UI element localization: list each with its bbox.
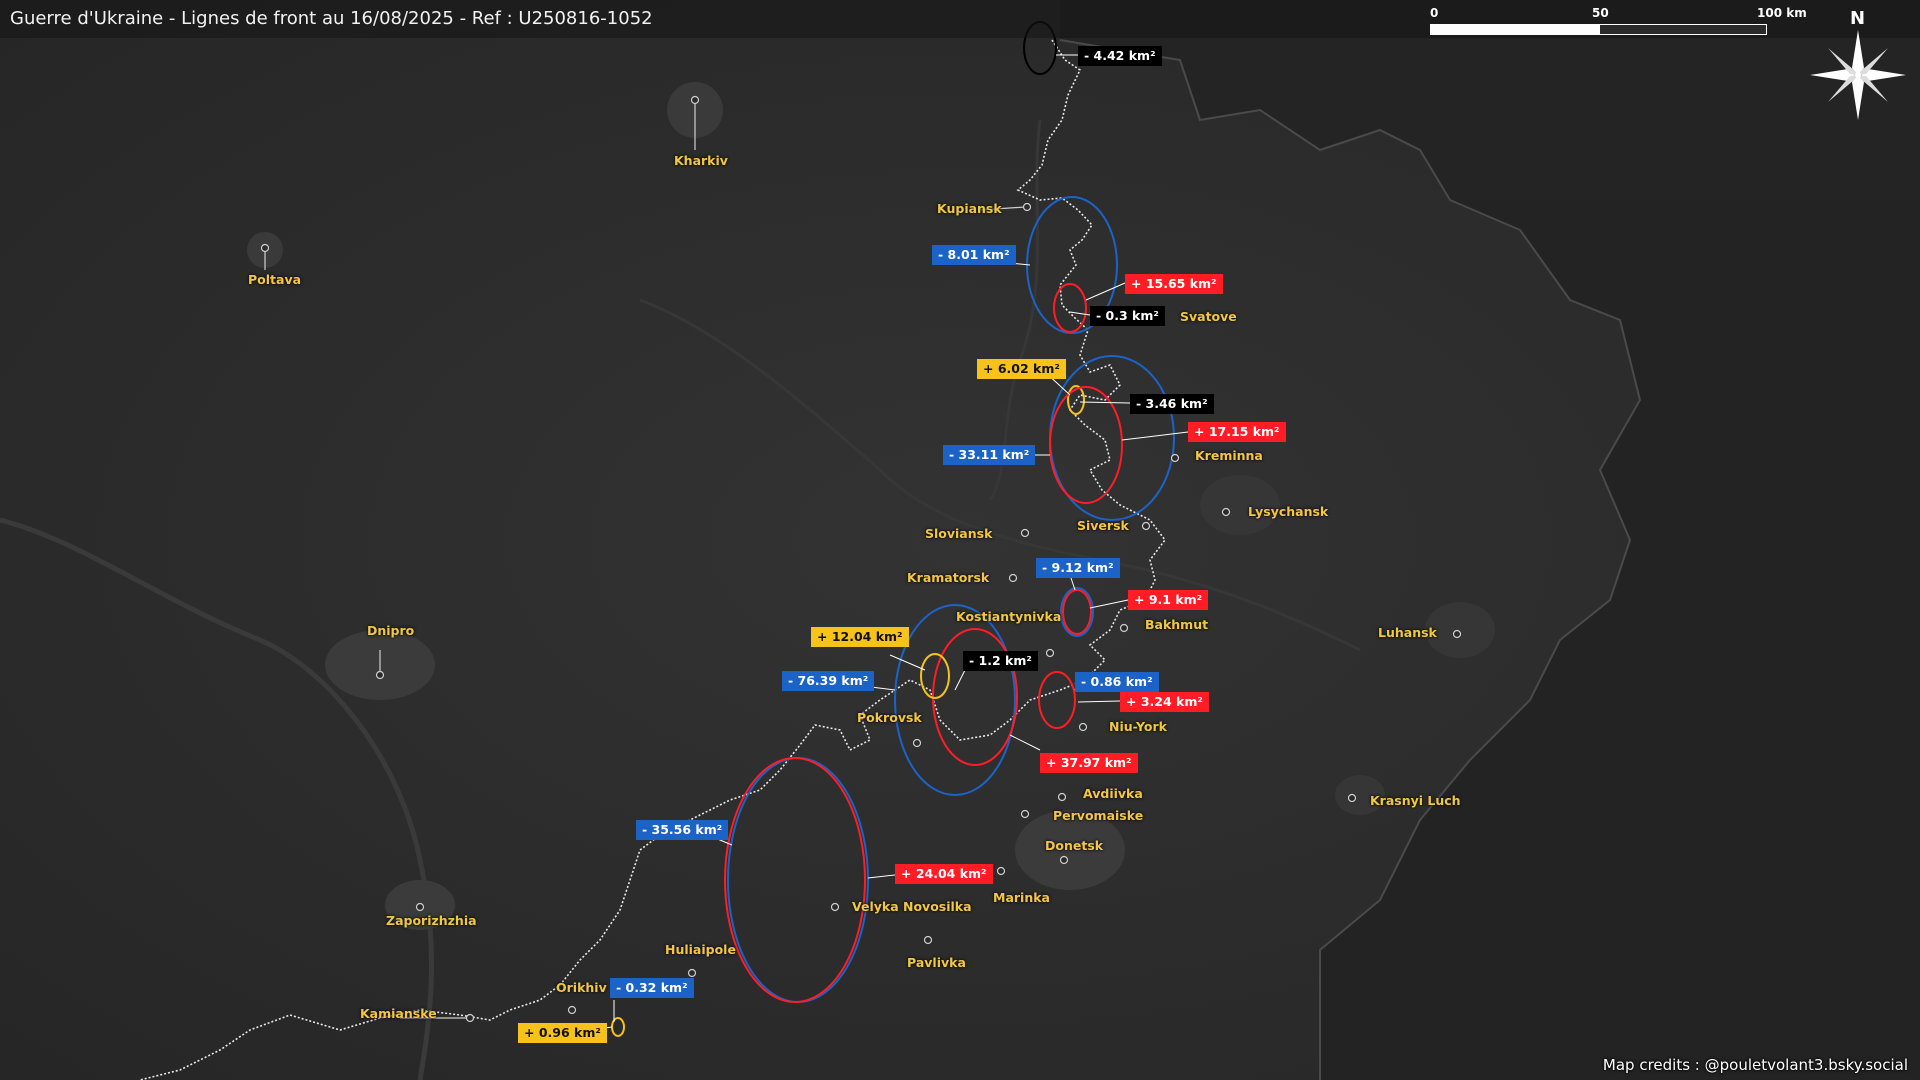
city-dnipro: Dnipro: [367, 623, 415, 638]
change-badge-c13: - 76.39 km²: [782, 671, 875, 691]
city-bakhmut: Bakhmut: [1145, 617, 1209, 632]
change-badge-c12: - 1.2 km²: [963, 651, 1038, 671]
city-sloviansk: Sloviansk: [925, 526, 993, 541]
compass-north-label: N: [1850, 8, 1866, 29]
change-badge-c16: + 37.97 km²: [1040, 753, 1138, 773]
city-kharkiv: Kharkiv: [674, 153, 728, 168]
city-kramatorsk: Kramatorsk: [907, 570, 990, 585]
change-badge-c8: - 33.11 km²: [943, 445, 1036, 465]
scale-label-100: 100 km: [1757, 6, 1807, 20]
city-kamianske: Kamianske: [360, 1006, 437, 1021]
scale-segment-2: [1599, 24, 1767, 35]
city-huliaipole: Huliaipole: [665, 942, 736, 957]
city-niu-york: Niu-York: [1109, 719, 1167, 734]
change-badge-c5: + 6.02 km²: [977, 359, 1066, 379]
city-velyka-novosilka: Velyka Novosilka: [852, 899, 972, 914]
change-badge-c17: - 35.56 km²: [636, 820, 729, 840]
city-pokrovsk: Pokrovsk: [857, 710, 922, 725]
change-badge-c6: - 3.46 km²: [1130, 394, 1214, 414]
city-pavlivka: Pavlivka: [907, 955, 966, 970]
city-kreminna: Kreminna: [1195, 448, 1263, 463]
change-badge-c11: + 12.04 km²: [811, 627, 909, 647]
change-badge-c20: + 0.96 km²: [518, 1023, 607, 1043]
change-badge-c15: + 3.24 km²: [1120, 692, 1209, 712]
compass-rose: N: [1808, 8, 1908, 123]
city-kupiansk: Kupiansk: [937, 201, 1002, 216]
city-zaporizhzhia: Zaporizhzhia: [386, 913, 477, 928]
change-badge-c18: + 24.04 km²: [895, 864, 993, 884]
scale-label-50: 50: [1592, 6, 1609, 20]
city-siversk: Siversk: [1077, 518, 1129, 533]
scale-label-0: 0: [1430, 6, 1439, 20]
city-poltava: Poltava: [248, 272, 302, 287]
city-lysychansk: Lysychansk: [1248, 504, 1329, 519]
scale-segment-1: [1430, 24, 1600, 35]
change-badge-c14: - 0.86 km²: [1075, 672, 1159, 692]
change-badge-c1: - 4.42 km²: [1078, 46, 1162, 66]
city-pervomaiske: Pervomaiske: [1053, 808, 1144, 823]
city-orikhiv: Orikhiv: [556, 980, 607, 995]
city-svatove: Svatove: [1180, 309, 1237, 324]
map-credits: Map credits : @pouletvolant3.bsky.social: [1602, 1056, 1908, 1074]
city-luhansk: Luhansk: [1378, 625, 1437, 640]
change-badge-c10: + 9.1 km²: [1128, 590, 1209, 610]
city-marinka: Marinka: [993, 890, 1050, 905]
city-donetsk: Donetsk: [1045, 838, 1104, 853]
change-badge-c2: - 8.01 km²: [932, 245, 1016, 265]
city-kostiantynivka: Kostiantynivka: [956, 609, 1062, 624]
city-krasnyi-luch: Krasnyi Luch: [1370, 793, 1461, 808]
scale-bar: 0 50 100 km: [1430, 6, 1807, 36]
change-badge-c19: - 0.32 km²: [610, 978, 694, 998]
change-badge-c4: - 0.3 km²: [1090, 306, 1165, 326]
change-badge-c3: + 15.65 km²: [1125, 274, 1223, 294]
map-title: Guerre d'Ukraine - Lignes de front au 16…: [10, 8, 653, 29]
change-badge-c9: - 9.12 km²: [1036, 558, 1120, 578]
change-badge-c7: + 17.15 km²: [1188, 422, 1286, 442]
city-avdiivka: Avdiivka: [1083, 786, 1143, 801]
compass-star-icon: [1810, 30, 1906, 120]
